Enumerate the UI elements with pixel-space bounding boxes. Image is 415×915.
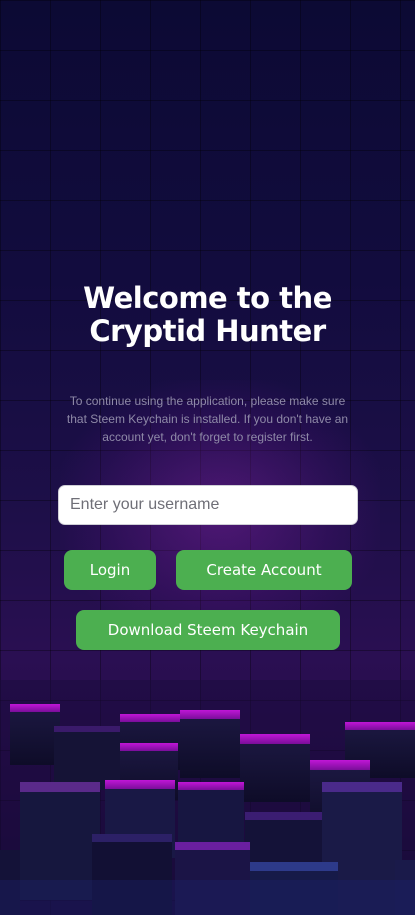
login-button[interactable]: Login: [64, 550, 156, 590]
welcome-screen: Welcome to the Cryptid Hunter To continu…: [0, 0, 415, 915]
page-title: Welcome to the Cryptid Hunter: [20, 282, 395, 348]
instructions-text: To continue using the application, pleas…: [66, 394, 349, 444]
download-keychain-button[interactable]: Download Steem Keychain: [76, 610, 340, 650]
title-line-2: Cryptid Hunter: [89, 314, 326, 348]
welcome-content: Welcome to the Cryptid Hunter To continu…: [0, 0, 415, 915]
title-line-1: Welcome to the: [83, 281, 332, 315]
username-input[interactable]: [58, 485, 358, 525]
create-account-button[interactable]: Create Account: [176, 550, 352, 590]
